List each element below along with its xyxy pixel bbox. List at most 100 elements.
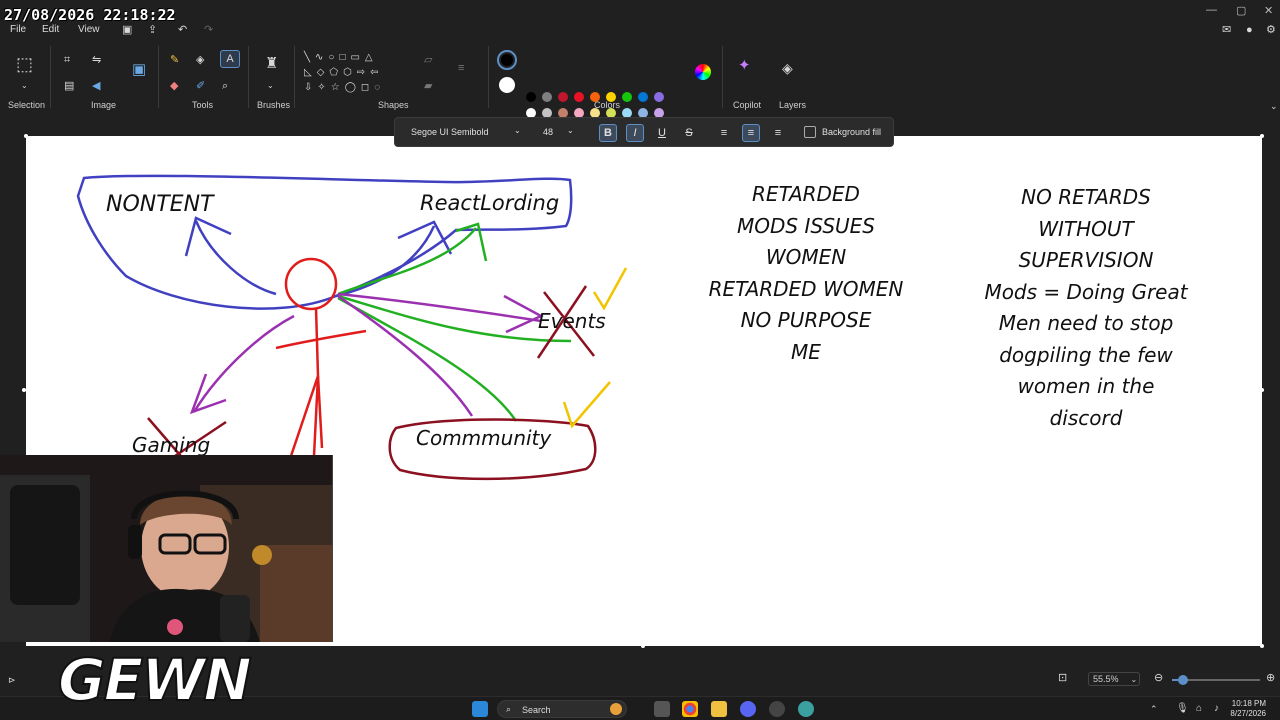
shape-fill-icon[interactable]: ▰ [424, 80, 432, 92]
text-tool-icon[interactable]: A [220, 50, 240, 68]
secondary-color-swatch[interactable] [499, 77, 515, 93]
line-size-icon[interactable]: ≡ [458, 62, 464, 74]
group-label-brushes: Brushes [257, 100, 291, 110]
rotate-icon[interactable]: ▤ [64, 80, 74, 92]
size-dropdown-chevron-icon[interactable]: ⌄ [567, 126, 574, 135]
edit-colors-icon[interactable] [695, 64, 711, 80]
label-community: Commmunity [416, 426, 552, 450]
group-label-selection: Selection [8, 100, 46, 110]
color-swatch[interactable] [638, 92, 648, 102]
text-block-rules: NO RETARDS WITHOUT SUPERVISION Mods = Doing… [966, 182, 1206, 434]
color-swatch[interactable] [558, 92, 568, 102]
brush-dropdown-icon[interactable]: ⌄ [267, 80, 274, 92]
taskbar-clock[interactable]: 10:18 PM 8/27/2026 [1230, 699, 1266, 719]
shape-outline-icon[interactable]: ▱ [424, 54, 432, 66]
issues-line: NO PURPOSE [740, 308, 872, 332]
start-menu-icon[interactable] [472, 701, 488, 717]
canvas-resize-handle[interactable] [1260, 134, 1264, 138]
redo-icon[interactable]: ↷ [204, 24, 213, 36]
minimize-button[interactable]: — [1206, 4, 1217, 16]
zoom-out-icon[interactable]: ⊖ [1154, 672, 1163, 684]
selection-rectangle-icon[interactable]: ⬚ [16, 55, 33, 73]
zoom-slider-thumb[interactable] [1178, 675, 1188, 685]
color-swatch[interactable] [526, 92, 536, 102]
magnifier-icon[interactable]: ⌕ [222, 80, 228, 92]
canvas-resize-handle[interactable] [641, 644, 645, 648]
blue-arrow-nontent [194, 220, 277, 296]
color-swatch[interactable] [622, 92, 632, 102]
font-family-dropdown[interactable]: Segoe UI Semibold [411, 127, 521, 137]
close-button[interactable]: ✕ [1264, 4, 1273, 17]
resize-icon[interactable]: ⇋ [92, 54, 101, 66]
flip-icon[interactable]: ◀ [92, 80, 100, 92]
italic-button[interactable]: I [626, 124, 644, 142]
font-size-dropdown[interactable]: 48 [543, 127, 553, 137]
bold-button[interactable]: B [599, 124, 617, 142]
copilot-icon[interactable]: ✦ [738, 58, 751, 73]
color-swatch[interactable] [574, 92, 584, 102]
blue-arrowhead-react [397, 220, 453, 255]
canvas-resize-handle[interactable] [24, 134, 28, 138]
shapes-gallery[interactable]: ╲∿○□▭△ ◺◇⬠⬡⇨⇦ ⇩✧☆◯◻◌ [304, 50, 408, 95]
brush-icon[interactable]: ♜ [265, 56, 278, 71]
microphone-icon[interactable]: 🎙 [1176, 703, 1189, 715]
tray-overflow-icon[interactable]: ⌃ [1150, 703, 1158, 715]
undo-icon[interactable]: ↶ [178, 24, 187, 36]
zoom-in-icon[interactable]: ⊕ [1266, 672, 1275, 684]
menu-edit[interactable]: Edit [42, 24, 59, 35]
green-arrow-community [337, 296, 518, 422]
file-explorer-icon[interactable] [711, 701, 727, 717]
pencil-icon[interactable]: ✎ [170, 54, 179, 66]
align-center-icon[interactable]: ≡ [742, 124, 760, 142]
color-swatch[interactable] [654, 92, 664, 102]
strikethrough-button[interactable]: S [680, 124, 698, 142]
volume-icon[interactable]: ♪ [1214, 703, 1219, 715]
obs-icon[interactable] [769, 701, 785, 717]
task-view-icon[interactable] [654, 701, 670, 717]
image-background-icon[interactable]: ▣ [132, 62, 146, 77]
discord-icon[interactable] [740, 701, 756, 717]
align-right-icon[interactable]: ≡ [769, 124, 787, 142]
selection-dropdown-icon[interactable]: ⌄ [21, 80, 28, 92]
taskbar-search[interactable]: ⌕ Search [497, 700, 627, 718]
purple-arrowhead-events [503, 294, 544, 334]
rules-line: Men need to stop [998, 311, 1174, 335]
ribbon-divider [294, 46, 295, 108]
underline-button[interactable]: U [653, 124, 671, 142]
canvas-resize-handle[interactable] [1260, 388, 1264, 392]
primary-color-swatch [501, 54, 513, 66]
menu-view[interactable]: View [78, 24, 100, 35]
chrome-icon[interactable] [682, 701, 698, 717]
fill-bucket-icon[interactable]: ◈ [196, 54, 204, 66]
share-icon[interactable]: ⇪ [148, 24, 157, 36]
stream-timestamp-overlay: 27/08/2026 22:18:22 [4, 6, 176, 24]
account-icon[interactable]: ● [1246, 24, 1253, 36]
notification-icon[interactable]: ✉ [1222, 24, 1231, 36]
fit-to-window-icon[interactable]: ⊡ [1058, 672, 1067, 684]
color-swatch[interactable] [542, 92, 552, 102]
zoom-level-dropdown[interactable]: 55.5% ⌄ [1088, 672, 1140, 686]
rules-line: SUPERVISION [1018, 248, 1154, 272]
font-dropdown-chevron-icon[interactable]: ⌄ [514, 126, 521, 135]
canvas-resize-handle[interactable] [22, 388, 26, 392]
color-picker-icon[interactable]: ✐ [196, 80, 205, 92]
ribbon-collapse-icon[interactable]: ⌄ [1270, 100, 1278, 112]
menu-file[interactable]: File [10, 24, 26, 35]
zoom-dropdown-chevron-icon[interactable]: ⌄ [1131, 675, 1138, 684]
maximize-button[interactable]: ▢ [1236, 4, 1246, 17]
primary-color-button[interactable] [497, 50, 517, 70]
save-icon[interactable]: ▣ [122, 24, 132, 36]
paint-icon[interactable] [798, 701, 814, 717]
crop-icon[interactable]: ⌗ [64, 54, 70, 66]
canvas-resize-handle[interactable] [1260, 644, 1264, 648]
text-block-issues: RETARDED MODS ISSUES WOMEN RETARDED WOMEN NO… [686, 179, 926, 368]
label-gaming: Gaming [132, 433, 211, 457]
background-fill-checkbox[interactable] [804, 126, 816, 138]
eraser-icon[interactable]: ◆ [170, 80, 178, 92]
settings-gear-icon[interactable]: ⚙ [1266, 24, 1276, 36]
rules-line: discord [1049, 405, 1123, 430]
network-icon[interactable]: ⌂ [1196, 703, 1202, 715]
ribbon-divider [158, 46, 159, 108]
layers-icon[interactable]: ◈ [782, 61, 793, 75]
align-left-icon[interactable]: ≡ [715, 124, 733, 142]
